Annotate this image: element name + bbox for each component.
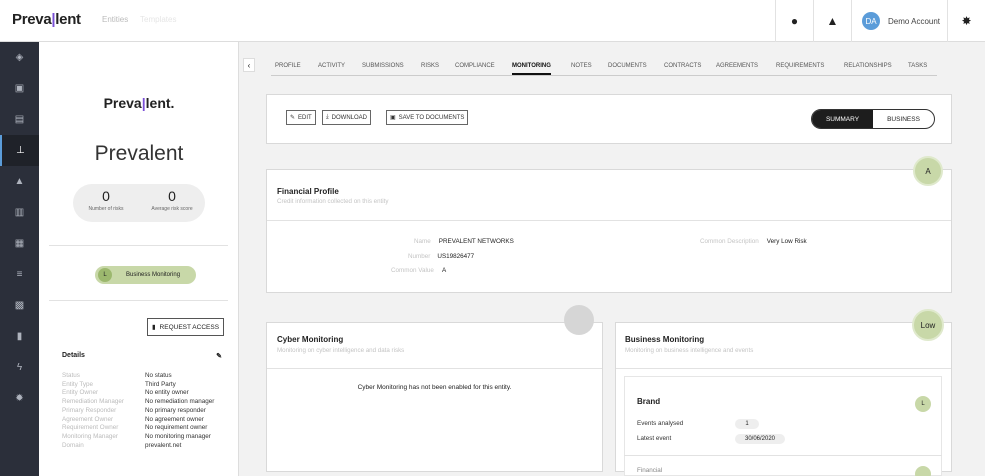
save-to-documents-button[interactable]: ▣ SAVE TO DOCUMENTS [386,110,469,125]
tab-compliance[interactable]: COMPLIANCE [455,63,495,69]
edit-pencil-icon[interactable]: ✎ [216,352,222,360]
edit-button[interactable]: ✎ EDIT [286,110,316,125]
cyber-title: Cyber Monitoring [277,335,344,344]
summary-toggle[interactable]: SUMMARY [812,110,873,128]
tab-profile[interactable]: PROFILE [275,63,301,69]
tab-monitoring[interactable]: MONITORING [512,63,551,75]
bolt-icon[interactable]: ϟ [0,352,39,383]
entity-name: Prevalent [94,142,184,165]
tab-agreements[interactable]: AGREEMENTS [716,63,758,69]
detail-row: Primary Responder No primary responder [62,406,206,414]
hierarchy-icon[interactable]: ⊥ [0,135,39,166]
average-risk-score: 0 [168,188,176,204]
financial-common-value: A [441,267,447,274]
cyber-subtitle: Monitoring on cyber intelligence and dat… [277,347,405,354]
chart-icon[interactable]: ▮ [0,321,39,352]
left-rail: ◈ ▣ ▤ ⊥ ▲ ▥ ▦ ≡ ▩ ▮ ϟ ✹ [0,42,39,476]
divider [267,368,602,369]
detail-row: Agreement Owner No agreement owner [62,415,204,423]
financial-number-value: US19826477 [437,253,475,260]
account-menu[interactable]: DA Demo Account [851,0,947,42]
divider [267,220,951,221]
bell-icon[interactable]: ▲ [813,0,851,42]
business-monitoring-pill[interactable]: L Business Monitoring [95,266,196,284]
tab-tasks[interactable]: TASKS [908,63,927,69]
cyber-monitoring-card [266,322,603,472]
detail-row: Entity Type Third Party [62,380,176,388]
tab-documents[interactable]: DOCUMENTS [608,63,647,69]
financial-profile-card [266,169,952,293]
next-section-title: Financial [637,467,663,474]
calendar-icon[interactable]: ▦ [0,228,39,259]
next-section-badge [915,466,931,476]
brand-level-badge: L [915,396,931,412]
business-subtitle: Monitoring on business intelligence and … [625,347,754,354]
cyber-status-badge [564,305,594,335]
nav-entities[interactable]: Entities [102,15,128,24]
tab-submissions[interactable]: SUBMISSIONS [362,63,404,69]
grid-icon[interactable]: ▩ [0,290,39,321]
inbox-icon[interactable]: ▣ [0,73,39,104]
details-header: Details ✎ [62,352,222,360]
top-bar: Preva|lent Entities Templates ● ▲ DA Dem… [0,0,985,42]
business-title: Business Monitoring [625,335,705,344]
monitoring-level-badge: L [98,268,112,282]
divider [624,455,942,456]
divider [49,300,228,301]
alert-icon[interactable]: ▲ [0,166,39,197]
request-access-button[interactable]: ▮ REQUEST ACCESS [147,318,224,336]
divider [616,368,951,369]
download-icon: ⤓ [326,114,329,120]
events-analysed-value: 1 [735,419,759,429]
settings-gear-icon[interactable]: ✸ [947,0,985,42]
nav-templates[interactable]: Templates [140,15,176,24]
tab-notes[interactable]: NOTES [571,63,592,69]
financial-grade-badge: A [913,156,943,186]
latest-event-label: Latest event [637,435,672,442]
folder-icon[interactable]: ▥ [0,197,39,228]
save-icon: ▣ [390,115,396,121]
app-logo[interactable]: Preva|lent [12,11,81,28]
risk-count: 0 [102,188,110,204]
tab-contracts[interactable]: CONTRACTS [664,63,701,69]
gear-icon[interactable]: ✹ [0,383,39,414]
entity-tabs: PROFILE ACTIVITY SUBMISSIONS RISKS COMPL… [271,60,937,76]
lock-icon: ▮ [151,324,156,331]
business-level-badge: Low [912,309,944,341]
tab-requirements[interactable]: REQUIREMENTS [776,63,824,69]
download-button[interactable]: ⤓ DOWNLOAD [322,110,371,125]
financial-name-value: PREVALENT NETWORKS [438,238,514,245]
detail-row: Entity Owner No entity owner [62,389,189,397]
latest-event-value: 30/06/2020 [735,434,785,444]
financial-subtitle: Credit information collected on this ent… [277,198,389,205]
brand-title: Brand [637,397,661,406]
events-analysed-label: Events analysed [637,420,684,427]
business-toggle[interactable]: BUSINESS [873,110,934,128]
entity-panel: Preva|lent. Prevalent 0 Number of risks 0… [39,42,239,476]
cyber-disabled-message: Cyber Monitoring has not been enabled fo… [357,384,512,391]
help-icon[interactable]: ● [775,0,813,42]
detail-row: Domain prevalent.net [62,441,182,449]
detail-row: Requirement Owner No requirement owner [62,424,208,432]
divider [49,245,228,246]
entity-stats: 0 Number of risks 0 Average risk score [73,184,205,222]
detail-row: Status No status [62,372,172,379]
pencil-icon: ✎ [290,115,296,121]
entity-logo: Preva|lent. [103,95,175,111]
collapse-panel-chevron-icon[interactable]: ‹ [243,58,255,72]
tab-risks[interactable]: RISKS [421,63,439,69]
dashboard-icon[interactable]: ◈ [0,42,39,73]
view-toggle: SUMMARY BUSINESS [811,109,935,129]
detail-row: Monitoring Manager No monitoring manager [62,432,211,440]
details-list: Status No status Entity Type Third Party E… [62,372,214,450]
tab-activity[interactable]: ACTIVITY [318,63,345,69]
avatar: DA [862,12,880,30]
detail-row: Remediation Manager No remediation manage… [62,398,215,406]
list-icon[interactable]: ≡ [0,259,39,290]
tab-relationships[interactable]: RELATIONSHIPS [844,63,892,69]
financial-title: Financial Profile [277,187,339,196]
account-name: Demo Account [888,16,941,26]
document-icon[interactable]: ▤ [0,104,39,135]
financial-common-description: Very Low Risk [766,238,807,245]
